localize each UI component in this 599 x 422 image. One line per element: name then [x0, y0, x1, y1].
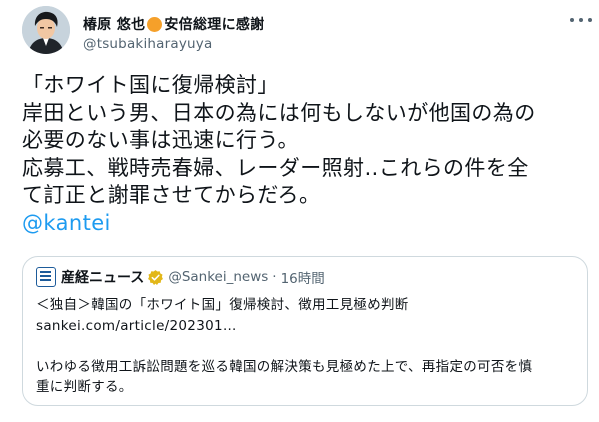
gold-verified-badge-icon: [148, 269, 164, 285]
quoted-line: ＜独自＞韓国の「ホワイト国」復帰検討、徴用工見極め判断: [36, 297, 409, 313]
meta-separator: ·: [272, 269, 277, 285]
quoted-timestamp[interactable]: 16時間: [281, 267, 325, 287]
more-options-icon[interactable]: [570, 12, 592, 28]
quoted-tweet-card[interactable]: 産経ニュース @Sankei_news · 16時間 ＜独自＞韓国の「ホワイト国…: [22, 256, 588, 406]
mention-link[interactable]: @kantei: [22, 210, 592, 238]
quoted-line: 重に判断する。: [36, 379, 133, 395]
tweet-line: 「ホワイト国に復帰検討」: [22, 73, 279, 97]
tweet-line: 必要のない事は迅速に行う。: [22, 128, 299, 152]
quoted-tweet-text: ＜独自＞韓国の「ホワイト国」復帰検討、徴用工見極め判断 sankei.com/a…: [36, 295, 576, 398]
more-dot: [588, 18, 592, 22]
tweet-text: 「ホワイト国に復帰検討」 岸田という男、日本の為には何もしないが他国の為の 必要…: [22, 72, 592, 237]
tweet-line: 岸田という男、日本の為には何もしないが他国の為の: [22, 100, 536, 125]
quoted-handle[interactable]: @Sankei_news: [168, 269, 268, 285]
quoted-line: いわゆる徴用工訴訟問題を巡る韓国の解決策も見極めた上で、再指定の可否を慎: [36, 358, 533, 375]
orange-circle-emoji-icon: [147, 16, 163, 32]
profile-avatar-icon: [22, 6, 70, 54]
display-name[interactable]: 椿原 悠也 安倍総理に感謝: [83, 14, 264, 34]
sankei-logo-icon: [36, 267, 56, 287]
quoted-source-name[interactable]: 産経ニュース: [61, 267, 144, 287]
tweet-line: て訂正と謝罪させてからだろ。: [22, 183, 321, 207]
display-name-part1[interactable]: 椿原 悠也: [83, 14, 145, 34]
avatar[interactable]: [22, 6, 70, 54]
quoted-tweet-header: 産経ニュース @Sankei_news · 16時間: [36, 267, 325, 287]
tweet-line: 応募工、戦時売春婦、レーダー照射‥これらの件を全: [22, 155, 529, 180]
quoted-link[interactable]: sankei.com/article/202301…: [36, 316, 576, 337]
more-dot: [570, 18, 574, 22]
tweet-header: 椿原 悠也 安倍総理に感謝 @tsubakiharayuya: [22, 6, 592, 54]
user-handle[interactable]: @tsubakiharayuya: [83, 36, 212, 52]
more-dot: [579, 18, 583, 22]
display-name-part2[interactable]: 安倍総理に感謝: [164, 14, 264, 34]
